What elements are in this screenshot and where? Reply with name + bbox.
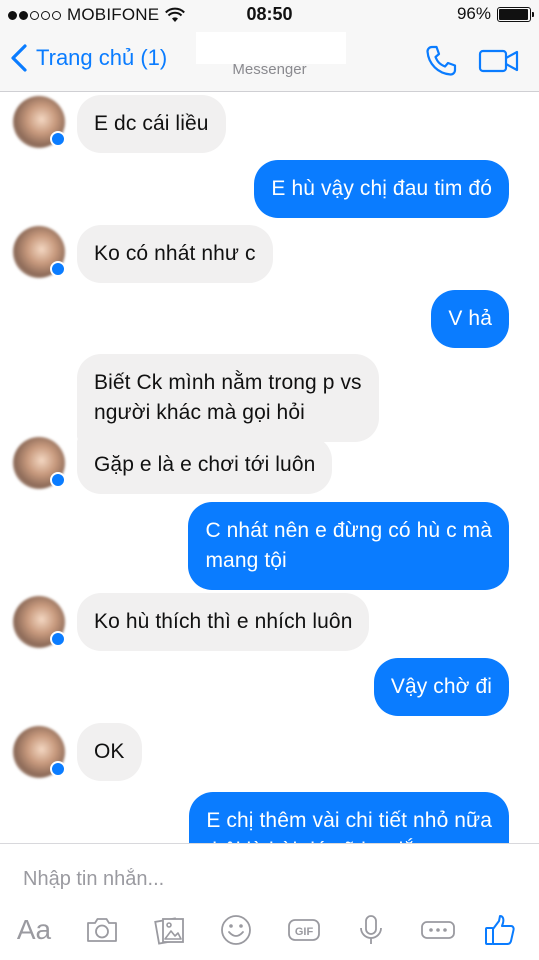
messenger-badge-icon	[50, 261, 66, 277]
messenger-badge-icon	[50, 131, 66, 147]
composer-toolbar: Aa GIF	[0, 910, 539, 950]
aa-icon: Aa	[16, 914, 52, 945]
conversation-header: Trang chủ (1) Messenger	[0, 30, 539, 92]
message-bubble-outgoing[interactable]: V hả	[431, 290, 509, 348]
message-input[interactable]	[23, 864, 513, 894]
messenger-badge-icon	[50, 472, 66, 488]
camera-button[interactable]	[82, 910, 122, 950]
battery-percent: 96%	[456, 4, 491, 23]
messenger-label: Messenger	[232, 61, 307, 78]
message-bubble-incoming[interactable]: OK	[77, 723, 142, 781]
composer: Aa G	[0, 843, 539, 960]
message-bubble-outgoing[interactable]: Vậy chờ đi	[373, 658, 509, 716]
microphone-icon	[360, 915, 382, 944]
status-right: 96%	[456, 4, 534, 24]
microphone-button[interactable]	[351, 910, 391, 950]
message-bubble-incoming[interactable]: E dc cái liều	[77, 95, 226, 153]
video-call-button[interactable]	[478, 46, 520, 76]
gif-icon: GIF	[288, 919, 320, 941]
message-bubble-incoming[interactable]: Ko có nhát như c	[77, 225, 273, 283]
messenger-badge-icon	[50, 631, 66, 647]
message-bubble-incoming[interactable]: Biết Ck mình nằm trong p vs người khác m…	[77, 354, 379, 442]
emoji-icon	[221, 915, 251, 945]
message-list[interactable]: E dc cái liều E hù vậy chị đau tim đó Ko…	[0, 92, 539, 843]
photo-gallery-button[interactable]	[150, 910, 190, 950]
message-bubble-outgoing[interactable]: E chị thêm vài chi tiết nhỏ nữa thôi là …	[189, 792, 509, 843]
call-button[interactable]	[424, 44, 458, 78]
nav-subtitle: Messenger	[0, 61, 539, 78]
message-bubble-incoming[interactable]: Ko hù thích thì e nhích luôn	[77, 593, 370, 651]
message-bubble-outgoing[interactable]: C nhát nên e đừng có hù c mà mang tội	[188, 502, 509, 590]
phone-icon	[426, 45, 457, 76]
svg-text:GIF: GIF	[295, 926, 314, 938]
battery-icon	[497, 6, 534, 22]
camera-icon	[87, 918, 117, 942]
more-options-button[interactable]	[418, 910, 458, 950]
like-button[interactable]	[480, 910, 520, 950]
status-bar: MOBIFONE 08:50 96%	[0, 0, 539, 30]
thumbs-up-icon	[485, 915, 515, 945]
video-camera-icon	[478, 49, 519, 73]
more-icon	[421, 921, 455, 939]
emoji-button[interactable]	[216, 910, 256, 950]
contact-name[interactable]	[196, 32, 346, 64]
text-style-button[interactable]: Aa	[14, 910, 54, 950]
gif-button[interactable]: GIF	[284, 910, 324, 950]
messenger-badge-icon	[50, 761, 66, 777]
photo-gallery-icon	[154, 917, 184, 945]
message-bubble-outgoing[interactable]: E hù vậy chị đau tim đó	[254, 160, 509, 218]
message-bubble-incoming[interactable]: Gặp e là e chơi tới luôn	[77, 436, 333, 494]
